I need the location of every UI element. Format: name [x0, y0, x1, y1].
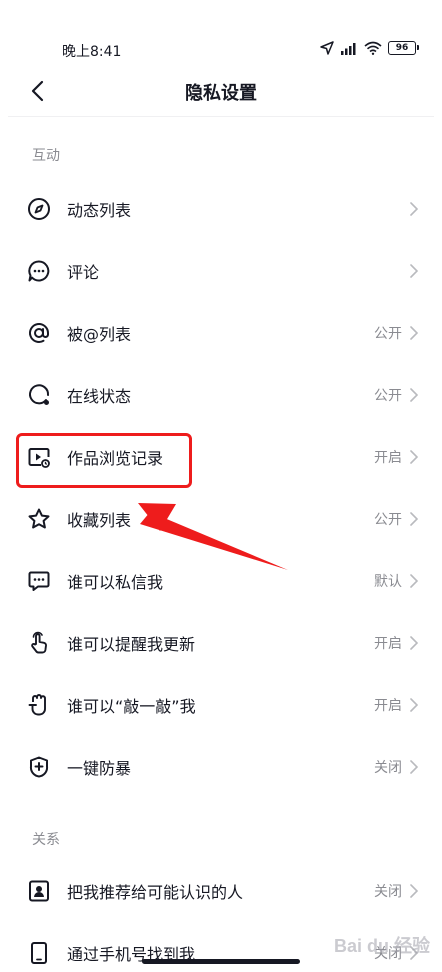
status-icons: 96 [320, 38, 419, 58]
row-value: 关闭 [374, 760, 402, 776]
row-label: 谁可以提醒我更新 [67, 635, 196, 654]
online-status-icon [26, 382, 52, 408]
divider [8, 116, 434, 117]
compass-icon [26, 196, 52, 222]
chevron-right-icon [408, 325, 420, 341]
row-value: 公开 [374, 326, 402, 342]
row-label: 一键防暴 [67, 759, 132, 778]
row-value: 关闭 [374, 884, 402, 900]
chevron-right-icon [408, 635, 420, 651]
phone-icon [26, 940, 52, 966]
nav-bar: 隐私设置 [0, 68, 442, 114]
tap-hand-icon [26, 630, 52, 656]
signal-icon [341, 43, 356, 55]
row-value: 公开 [374, 388, 402, 404]
row-who-can-remind-me[interactable]: 谁可以提醒我更新 开启 [0, 612, 442, 674]
knock-hand-icon [26, 692, 52, 718]
row-recommend-me[interactable]: 把我推荐给可能认识的人 关闭 [0, 860, 442, 922]
chevron-right-icon [408, 883, 420, 899]
row-value: 公开 [374, 512, 402, 528]
row-label: 谁可以私信我 [67, 573, 164, 592]
row-value: 开启 [374, 698, 402, 714]
row-comments[interactable]: 评论 [0, 240, 442, 302]
row-label: 谁可以“敲一敲”我 [67, 697, 196, 716]
status-bar: 晚上8:41 96 [0, 0, 442, 68]
row-favorites-list[interactable]: 收藏列表 公开 [0, 488, 442, 550]
section-header-relationship: 关系 [32, 832, 60, 848]
row-label: 被@列表 [67, 325, 132, 344]
chevron-right-icon [408, 449, 420, 465]
wifi-icon [364, 41, 382, 55]
row-mentions-list[interactable]: 被@列表 公开 [0, 302, 442, 364]
comment-icon [26, 258, 52, 284]
row-online-status[interactable]: 在线状态 公开 [0, 364, 442, 426]
home-indicator[interactable] [142, 959, 300, 964]
row-who-can-message-me[interactable]: 谁可以私信我 默认 [0, 550, 442, 612]
chevron-right-icon [408, 511, 420, 527]
message-icon [26, 568, 52, 594]
contact-card-icon [26, 878, 52, 904]
shield-plus-icon [26, 754, 52, 780]
page-title: 隐私设置 [185, 83, 257, 104]
chevron-right-icon [408, 759, 420, 775]
highlight-box [16, 433, 192, 488]
row-value: 默认 [374, 574, 402, 590]
status-time: 晚上8:41 [62, 44, 122, 60]
row-dynamic-list[interactable]: 动态列表 [0, 178, 442, 240]
chevron-right-icon [408, 263, 420, 279]
row-label: 评论 [67, 263, 100, 282]
chevron-right-icon [408, 387, 420, 403]
chevron-right-icon [408, 201, 420, 217]
location-icon [320, 41, 334, 55]
section-header-interaction: 互动 [32, 148, 60, 164]
row-label: 动态列表 [67, 201, 132, 220]
row-label: 在线状态 [67, 387, 132, 406]
row-one-click-anti-harassment[interactable]: 一键防暴 关闭 [0, 736, 442, 798]
battery-level: 96 [395, 43, 409, 53]
chevron-right-icon [408, 697, 420, 713]
row-label: 把我推荐给可能认识的人 [67, 883, 244, 902]
at-icon [26, 320, 52, 346]
row-who-can-knock-me[interactable]: 谁可以“敲一敲”我 开启 [0, 674, 442, 736]
star-icon [26, 506, 52, 532]
row-value: 开启 [374, 636, 402, 652]
row-label: 收藏列表 [67, 511, 132, 530]
battery-icon: 96 [388, 41, 419, 55]
watermark: Bai du 经验 [333, 936, 430, 956]
row-value: 开启 [374, 450, 402, 466]
chevron-right-icon [408, 573, 420, 589]
